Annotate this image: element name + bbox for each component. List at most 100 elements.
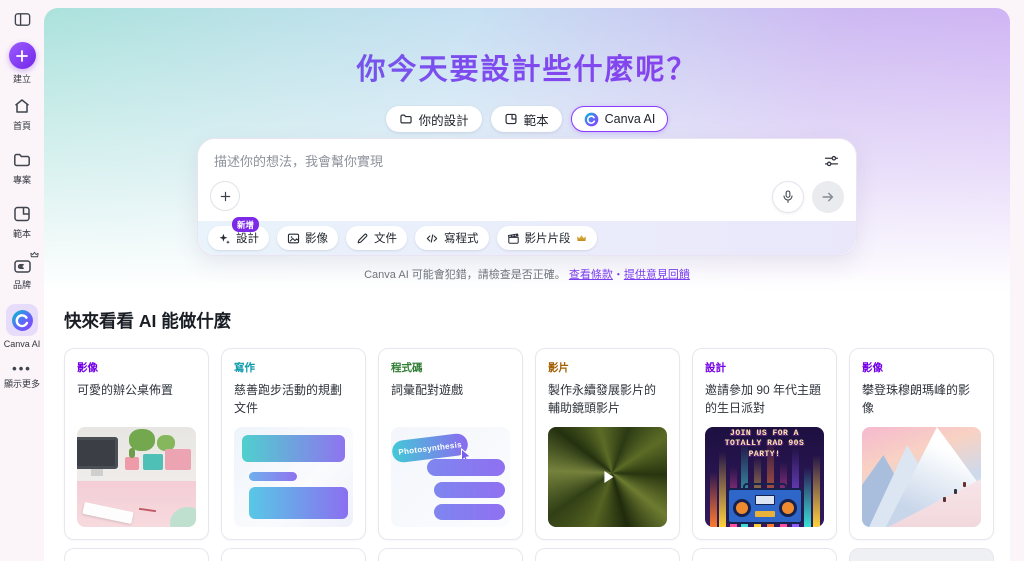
- card-title: 慈善跑步活動的規劃文件: [234, 383, 343, 415]
- card-sustainability-broll[interactable]: 影片 製作永續發展影片的輔助鏡頭影片: [535, 348, 680, 540]
- sidebar-item-canva-ai[interactable]: Canva AI: [0, 304, 44, 349]
- sidebar-item-label: 建立: [12, 74, 31, 84]
- folder-icon: [399, 112, 413, 126]
- new-badge: 新增: [232, 217, 260, 232]
- card-category: 設計: [705, 362, 726, 374]
- card-stub[interactable]: [221, 548, 366, 561]
- image-icon: [287, 232, 300, 245]
- next-row-cards: [64, 548, 994, 561]
- card-cute-desk[interactable]: 影像 可愛的辦公桌佈置: [64, 348, 209, 540]
- link-separator: ・: [612, 269, 624, 281]
- terms-link[interactable]: 查看條款: [569, 269, 613, 281]
- card-title: 詞彙配對遊戲: [391, 383, 464, 397]
- prompt-input[interactable]: [214, 151, 644, 191]
- crown-icon: [576, 234, 587, 242]
- sidebar-item-label: 品牌: [12, 280, 31, 290]
- card-category: 影像: [77, 362, 98, 374]
- card-category: 影片: [548, 362, 569, 374]
- add-attachment-button[interactable]: [210, 181, 240, 211]
- sidebar-item-projects[interactable]: 專案: [0, 150, 44, 186]
- send-button[interactable]: [812, 181, 844, 213]
- card-category: 影像: [862, 362, 883, 374]
- hero-tabs: 你的設計 範本 Canva AI: [44, 106, 1010, 132]
- card-image-party: JOIN US FOR A TOTALLY RAD 90S PARTY!: [705, 427, 824, 527]
- card-title: 製作永續發展影片的輔助鏡頭影片: [548, 383, 657, 415]
- card-category: 寫作: [234, 362, 255, 374]
- tab-templates[interactable]: 範本: [490, 106, 562, 132]
- card-stub[interactable]: [378, 548, 523, 561]
- ai-example-cards: 影像 可愛的辦公桌佈置 寫作 慈善跑步活動的規劃文件 程式碼 詞彙配對遊戲 Ph…: [64, 348, 994, 540]
- canva-ai-icon: [6, 304, 38, 336]
- sidebar-item-brand[interactable]: 品牌: [0, 251, 44, 291]
- chip-label: 影像: [305, 233, 328, 245]
- card-image-document: [234, 427, 353, 527]
- crown-icon: [29, 251, 39, 258]
- templates-icon: [504, 112, 518, 126]
- chip-design[interactable]: 新增 設計: [208, 217, 269, 250]
- chip-label: 設計: [236, 233, 259, 245]
- sidebar-item-templates[interactable]: 範本: [0, 204, 44, 240]
- sidebar-item-home[interactable]: 首頁: [0, 96, 44, 132]
- card-image-desk: [77, 427, 196, 527]
- templates-icon: [12, 204, 32, 224]
- chip-label: 寫程式: [444, 233, 479, 245]
- card-stub[interactable]: [535, 548, 680, 561]
- card-word-match-game[interactable]: 程式碼 詞彙配對遊戲 Photosynthesis: [378, 348, 523, 540]
- sidebar-item-label: 專案: [12, 175, 31, 185]
- tab-label: 範本: [523, 113, 549, 128]
- sidebar-item-label: 顯示更多: [3, 379, 40, 389]
- chip-document[interactable]: 文件: [346, 226, 407, 250]
- code-icon: [425, 232, 439, 245]
- sidebar-item-label: 首頁: [12, 121, 31, 131]
- tab-your-designs[interactable]: 你的設計: [385, 106, 482, 132]
- clapperboard-icon: [507, 232, 520, 245]
- sparkle-icon: [218, 232, 231, 245]
- card-image-code-game: Photosynthesis: [391, 427, 510, 527]
- tab-label: 你的設計: [418, 113, 469, 128]
- sidebar-item-show-more[interactable]: ••• 顯示更多: [0, 361, 44, 390]
- chip-image[interactable]: 影像: [277, 226, 338, 250]
- folder-icon: [12, 150, 32, 170]
- sidebar-item-label: Canva AI: [3, 339, 41, 349]
- play-icon: [603, 471, 613, 483]
- card-image-forest-video: [548, 427, 667, 527]
- prompt-input-area: [198, 139, 856, 221]
- page-title: 你今天要設計些什麼呢？: [44, 46, 1010, 88]
- tab-canva-ai[interactable]: Canva AI: [570, 106, 669, 132]
- ai-disclaimer: Canva AI 可能會犯錯，請檢查是否正確。 查看條款・提供意見回饋: [44, 266, 1010, 282]
- home-icon: [12, 96, 32, 116]
- card-title: 攀登珠穆朗瑪峰的影像: [862, 383, 971, 415]
- card-stub[interactable]: [849, 548, 994, 561]
- feedback-link[interactable]: 提供意見回饋: [624, 269, 690, 281]
- microphone-button[interactable]: [772, 181, 804, 213]
- card-title: 可愛的辦公桌佈置: [77, 383, 174, 397]
- card-image-mountain: [862, 427, 981, 527]
- more-dots-icon: •••: [12, 361, 32, 376]
- sidebar: 建立 首頁 專案 範本 品牌 Canva AI ••• 顯示更多: [0, 0, 44, 561]
- chip-label: 文件: [374, 233, 397, 245]
- plus-icon: [8, 42, 36, 69]
- card-stub[interactable]: [64, 548, 209, 561]
- card-everest-image[interactable]: 影像 攀登珠穆朗瑪峰的影像: [849, 348, 994, 540]
- main-panel: 你今天要設計些什麼呢？ 你的設計 範本 Canva AI 描述你的想法，我會幫你…: [44, 8, 1010, 561]
- card-90s-party-invite[interactable]: 設計 邀請參加 90 年代主題的生日派對 JOIN US FOR A TOTAL…: [692, 348, 837, 540]
- chip-code[interactable]: 寫程式: [415, 226, 489, 250]
- boombox-illustration: [726, 488, 803, 524]
- chip-video-clip[interactable]: 影片片段: [496, 226, 597, 250]
- party-invite-text: JOIN US FOR A TOTALLY RAD 90S PARTY!: [724, 429, 805, 459]
- panel-toggle-icon: [13, 10, 32, 29]
- card-charity-run-doc[interactable]: 寫作 慈善跑步活動的規劃文件: [221, 348, 366, 540]
- disclaimer-text: Canva AI 可能會犯錯，請檢查是否正確。: [364, 269, 566, 281]
- chip-label: 影片片段: [524, 233, 571, 245]
- card-category: 程式碼: [391, 362, 423, 374]
- sidebar-item-label: 範本: [12, 229, 31, 239]
- sidebar-item-create[interactable]: 建立: [0, 42, 44, 85]
- sidebar-toggle-button[interactable]: [0, 10, 44, 29]
- settings-sliders-icon[interactable]: [823, 153, 840, 170]
- brand-kit-icon: [12, 251, 39, 275]
- card-stub[interactable]: [692, 548, 837, 561]
- pen-icon: [356, 232, 369, 245]
- canva-ai-icon: [584, 112, 599, 127]
- card-title: 邀請參加 90 年代主題的生日派對: [705, 383, 822, 415]
- ai-prompt-box: 新增 設計 影像 文件: [197, 138, 857, 256]
